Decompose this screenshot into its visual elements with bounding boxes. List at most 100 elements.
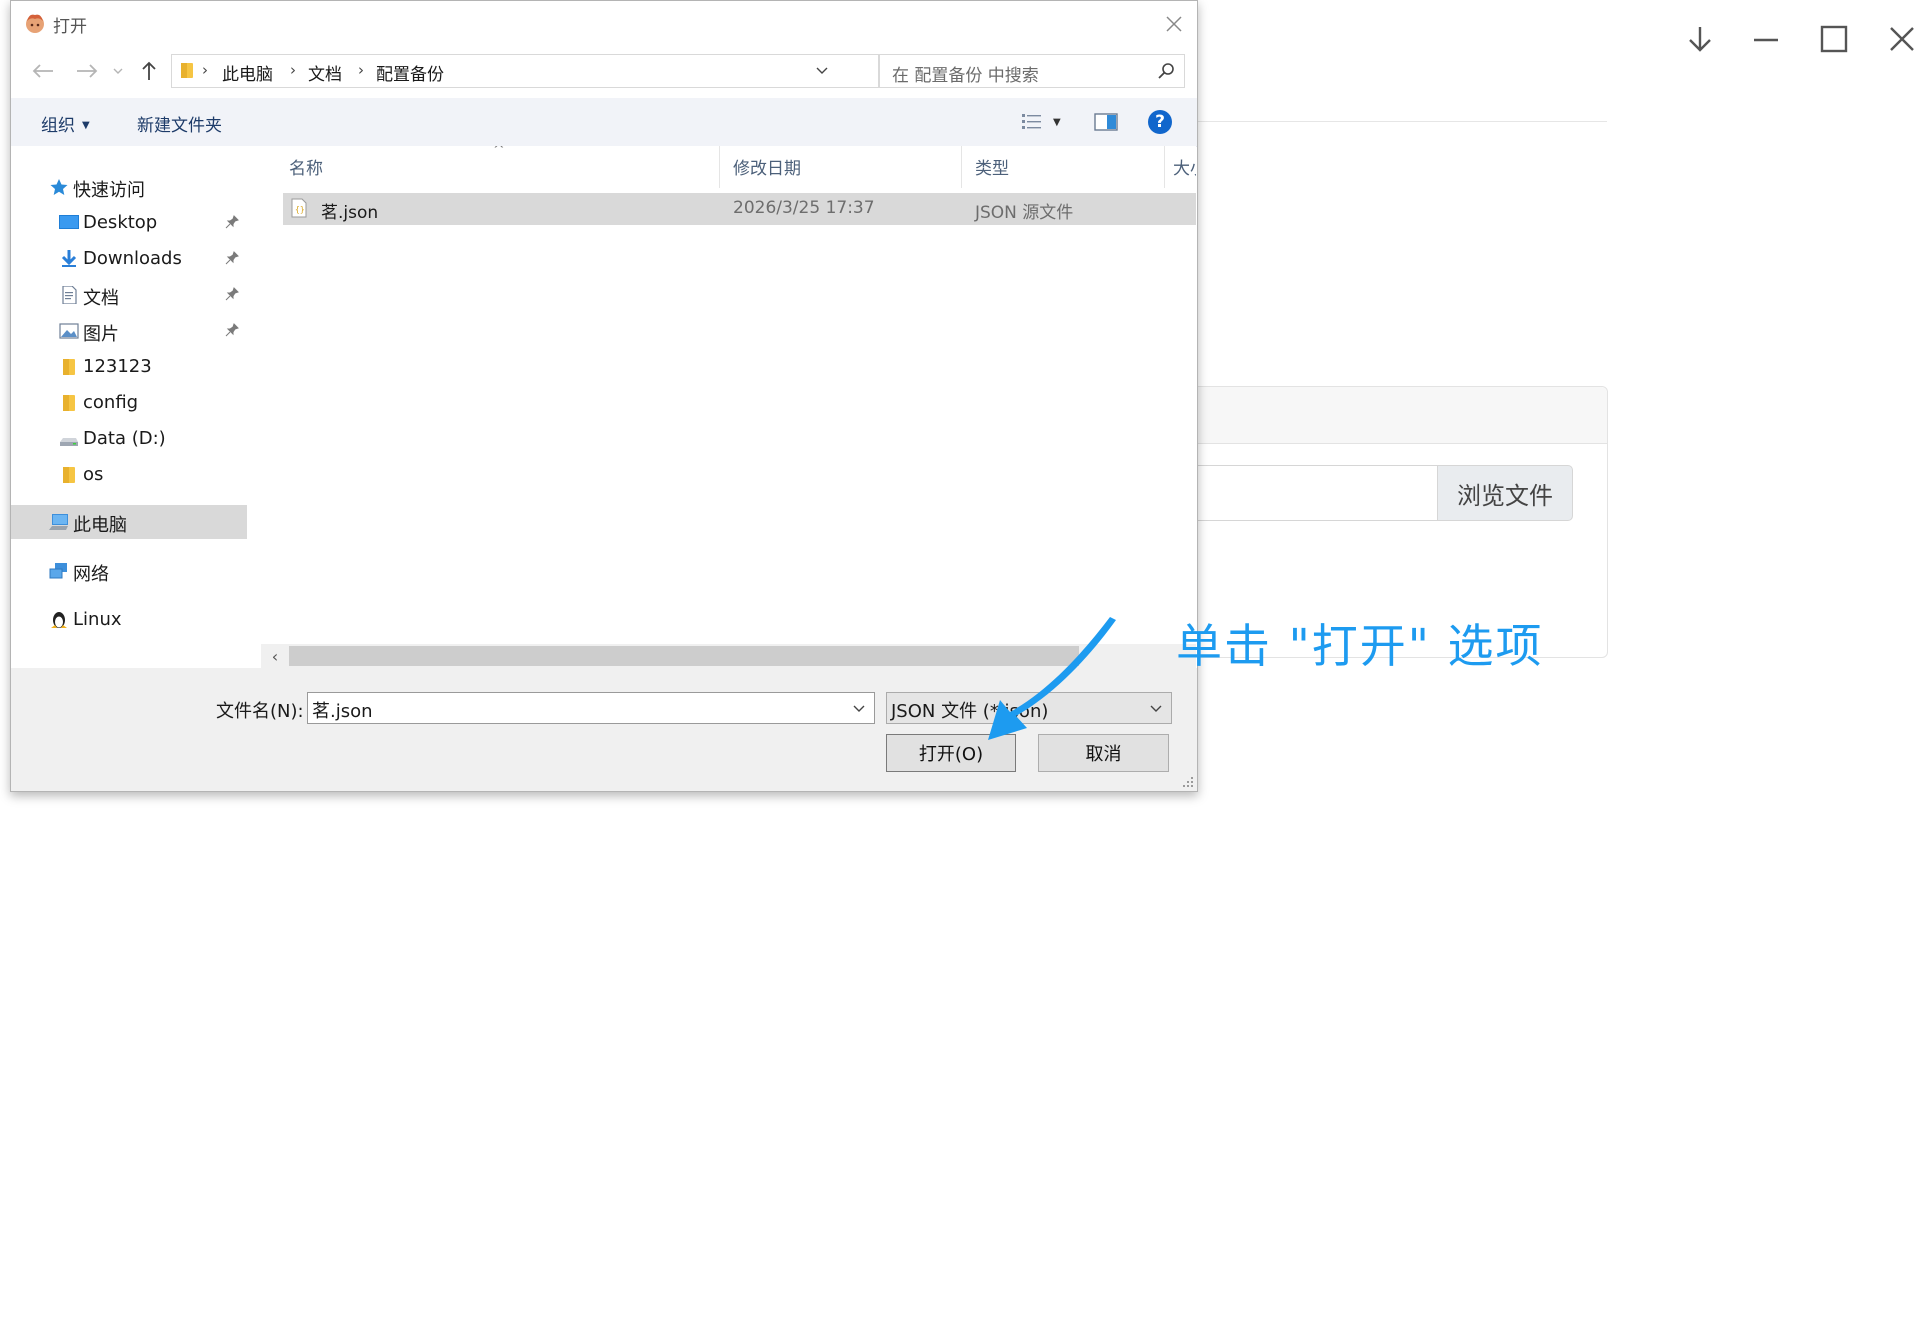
nav-label-pictures: 图片 xyxy=(83,324,119,345)
sort-ascending-icon: ^ xyxy=(493,146,505,158)
pin-icon[interactable] xyxy=(225,215,239,229)
nav-item-folder-os[interactable]: os xyxy=(11,458,247,492)
network-icon xyxy=(49,563,67,579)
pane-splitter[interactable] xyxy=(251,146,261,666)
file-row[interactable]: {} 茗.json 2026/3/25 17:37 JSON 源文件 xyxy=(283,193,1196,225)
nav-item-this-pc[interactable]: 此电脑 xyxy=(11,505,247,539)
help-icon[interactable]: ? xyxy=(1148,110,1172,134)
breadcrumb-documents[interactable]: 文档 xyxy=(308,60,342,85)
linux-icon xyxy=(51,612,67,628)
nav-label-downloads: Downloads xyxy=(83,248,182,269)
chevron-down-icon[interactable] xyxy=(1147,699,1165,717)
recent-chevron-down-icon[interactable] xyxy=(109,57,127,85)
dialog-footer: 文件名(N): 茗.json JSON 文件 (*.json) 打开(O) 取消 xyxy=(11,668,1197,791)
folder-icon xyxy=(181,63,193,78)
new-folder-button[interactable]: 新建文件夹 xyxy=(137,111,222,136)
horizontal-scrollbar[interactable]: ‹ xyxy=(261,644,1196,668)
column-divider[interactable] xyxy=(719,146,720,188)
drive-icon xyxy=(60,438,78,446)
nav-item-desktop[interactable]: Desktop xyxy=(11,206,247,240)
column-header-name[interactable]: 名称 xyxy=(289,154,323,179)
nav-label-network: 网络 xyxy=(73,564,109,585)
filename-value: 茗.json xyxy=(312,701,373,722)
background-file-input[interactable] xyxy=(1195,465,1438,521)
close-icon[interactable] xyxy=(1161,11,1187,37)
nav-label-drive-d: Data (D:) xyxy=(83,428,166,449)
scroll-left-icon[interactable]: ‹ xyxy=(265,646,285,666)
command-bar: 组织 ▼ 新建文件夹 ▼ ? xyxy=(11,98,1197,147)
star-icon xyxy=(50,179,68,195)
up-arrow-icon[interactable] xyxy=(135,57,163,85)
nav-item-downloads[interactable]: Downloads xyxy=(11,242,247,276)
file-type: JSON 源文件 xyxy=(975,203,1074,223)
pin-icon[interactable] xyxy=(225,323,239,337)
chevron-down-icon[interactable] xyxy=(850,699,868,717)
nav-label-this-pc: 此电脑 xyxy=(73,515,127,536)
column-header-type[interactable]: 类型 xyxy=(975,154,1009,179)
search-placeholder: 在 配置备份 中搜索 xyxy=(892,66,1039,86)
app-icon xyxy=(24,12,46,34)
scrollbar-thumb[interactable] xyxy=(289,646,1079,666)
column-header-size[interactable]: 大小 xyxy=(1173,154,1196,179)
nav-item-documents[interactable]: 文档 xyxy=(11,278,247,312)
nav-label-folder-123123: 123123 xyxy=(83,356,152,377)
column-divider[interactable] xyxy=(961,146,962,188)
nav-item-folder-123123[interactable]: 123123 xyxy=(11,350,247,384)
annotation-text: 单击 "打开" 选项 xyxy=(1176,619,1544,673)
cancel-button[interactable]: 取消 xyxy=(1038,734,1169,772)
nav-item-pictures[interactable]: 图片 xyxy=(11,314,247,348)
breadcrumb-config-backup[interactable]: 配置备份 xyxy=(376,60,444,85)
json-file-icon: {} xyxy=(291,198,307,218)
folder-icon xyxy=(63,467,75,483)
preview-pane-button[interactable] xyxy=(1094,111,1118,133)
pin-icon[interactable] xyxy=(225,251,239,265)
organize-label: 组织 xyxy=(41,116,75,136)
preview-pane-icon xyxy=(1094,113,1118,131)
nav-item-linux[interactable]: Linux xyxy=(11,603,247,637)
background-divider xyxy=(1195,121,1607,122)
nav-item-quick-access[interactable]: 快速访问 xyxy=(11,170,247,204)
search-input[interactable]: 在 配置备份 中搜索 xyxy=(879,54,1185,88)
nav-item-folder-config[interactable]: config xyxy=(11,386,247,420)
address-dropdown-icon[interactable] xyxy=(812,61,832,81)
pin-icon[interactable] xyxy=(225,287,239,301)
desktop-icon xyxy=(59,215,79,229)
filename-input[interactable]: 茗.json xyxy=(307,692,875,724)
download-icon[interactable] xyxy=(1683,22,1717,56)
address-bar[interactable]: › 此电脑 › 文档 › 配置备份 xyxy=(171,54,1027,88)
maximize-icon[interactable] xyxy=(1817,22,1851,56)
breadcrumb-separator-icon: › xyxy=(202,61,208,79)
file-type-select[interactable]: JSON 文件 (*.json) xyxy=(886,692,1172,724)
column-divider[interactable] xyxy=(1164,146,1165,188)
breadcrumb-this-pc[interactable]: 此电脑 xyxy=(222,60,273,85)
search-icon[interactable] xyxy=(1157,62,1175,80)
filename-label: 文件名(N): xyxy=(216,701,304,722)
nav-label-desktop: Desktop xyxy=(83,212,158,233)
resize-grip-icon[interactable] xyxy=(1182,776,1194,788)
column-header-modified[interactable]: 修改日期 xyxy=(733,154,801,179)
nav-item-drive-d[interactable]: Data (D:) xyxy=(11,422,247,456)
organize-button[interactable]: 组织 ▼ xyxy=(41,111,90,136)
caret-down-icon: ▼ xyxy=(82,120,90,131)
file-type-value: JSON 文件 (*.json) xyxy=(891,701,1049,722)
folder-icon xyxy=(63,395,75,411)
pictures-icon xyxy=(59,323,79,339)
navigation-pane: 快速访问 Desktop Downloads 文档 图片 123123 conf… xyxy=(11,146,251,666)
nav-label-quick-access: 快速访问 xyxy=(73,180,145,201)
document-icon xyxy=(62,286,77,304)
back-arrow-icon[interactable] xyxy=(29,57,57,85)
nav-item-network[interactable]: 网络 xyxy=(11,554,247,588)
folder-icon xyxy=(63,359,75,375)
dialog-titlebar: 打开 xyxy=(11,1,1197,47)
forward-arrow-icon[interactable] xyxy=(73,57,101,85)
open-button[interactable]: 打开(O) xyxy=(886,734,1016,772)
file-name: 茗.json xyxy=(321,203,379,223)
computer-icon xyxy=(49,514,68,530)
browse-file-button[interactable]: 浏览文件 xyxy=(1437,465,1573,521)
nav-label-documents: 文档 xyxy=(83,288,119,309)
close-window-icon[interactable] xyxy=(1885,22,1919,56)
view-options-button[interactable]: ▼ xyxy=(1021,111,1061,133)
navigation-bar: › 此电脑 › 文档 › 配置备份 在 配置备份 中搜索 xyxy=(11,49,1197,93)
minimize-icon[interactable] xyxy=(1749,22,1783,56)
caret-down-icon: ▼ xyxy=(1053,116,1061,128)
